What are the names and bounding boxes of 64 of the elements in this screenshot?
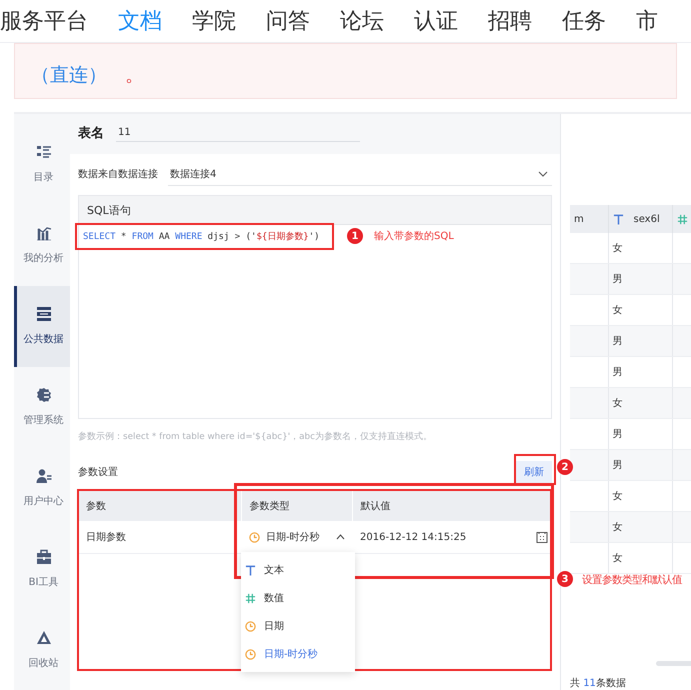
column-label: sex6l [634,214,660,224]
nav-link[interactable]: 论坛 [340,6,384,36]
triangle-logo-icon [36,630,52,646]
clock-icon [249,532,260,542]
table-cell: 男 [608,264,672,294]
sql-code: SELECT * FROM AA WHERE djsj > ('${日期参数}') [75,223,334,250]
menu-item[interactable]: 数值 [241,584,355,612]
column-header: 参数 [78,491,241,521]
user-icon [36,468,52,484]
step-badge: 3 [557,571,573,587]
toolbox-icon [36,548,52,565]
sidebar-item[interactable]: 用户中心 [14,447,70,528]
column-header: 默认值 [352,491,552,521]
table-cell: 女 [608,542,672,574]
nav-link[interactable]: 服务平台 [0,6,88,36]
table-cell: 女 [608,512,672,542]
column-header: 参数类型 [241,491,352,521]
column-label: m [574,214,584,224]
sidebar-item[interactable]: 公共数据 [14,286,70,367]
sql-header: SQL语句 [79,196,551,225]
sidebar-item[interactable]: BI工具 [14,528,70,610]
clock-icon [245,648,256,660]
text-type-icon [245,564,256,576]
table-name-field[interactable]: 11 [116,124,360,142]
hint-text: 参数示例：select * from table where id='${abc}'，abc为参数名，仅支持直连模式。 [78,431,433,443]
table-cell: 男 [608,450,672,480]
hash-icon [676,214,688,224]
section-title: 参数设置 [78,466,118,479]
table-name-label: 表名 [78,125,104,142]
sidebar-item[interactable]: 目录 [14,124,70,205]
nav-link[interactable]: 认证 [414,6,458,36]
calendar-icon[interactable] [536,531,548,543]
date-value[interactable]: 2016-12-12 14:15:25 [360,532,466,542]
notice-text: 。 [125,63,144,88]
connection-label: 数据来自数据连接 [78,168,158,181]
table-cell: 男 [608,326,672,356]
row-count: 共 11条数据 [570,676,627,690]
hash-icon [245,592,256,604]
gear-icon [36,387,52,403]
database-icon [36,306,52,322]
chart-icon [36,225,52,242]
annotation-text: 输入带参数的SQL [374,230,454,243]
nav-link[interactable]: 市 [636,6,658,36]
menu-item[interactable]: 日期 [241,612,355,640]
chevron-down-icon [538,170,548,176]
annotation-text: 设置参数类型和默认值 [582,573,682,587]
connection-dropdown[interactable]: 数据连接4 [168,162,552,186]
sidebar-item[interactable]: 管理系统 [14,366,70,448]
refresh-button[interactable]: 刷新 [516,461,552,483]
nav-link[interactable]: 学院 [192,6,236,36]
type-dropdown[interactable]: 日期-时分秒 [249,523,351,551]
menu-item[interactable]: 文本 [241,556,355,584]
nav-link[interactable]: 任务 [562,6,606,36]
list-icon [36,144,52,160]
table-cell: 日期参数 [78,521,241,554]
nav-link[interactable]: 问答 [266,6,310,36]
sidebar-item[interactable]: 我的分析 [14,204,70,286]
scrollbar[interactable] [656,661,691,666]
text-type-icon [612,214,624,224]
sidebar-item[interactable]: 回收站 [14,609,70,690]
clock-icon [245,620,256,632]
nav-link[interactable]: 招聘 [488,6,532,36]
table-cell: 女 [608,388,672,418]
menu-item[interactable]: 日期-时分秒 [241,640,355,668]
